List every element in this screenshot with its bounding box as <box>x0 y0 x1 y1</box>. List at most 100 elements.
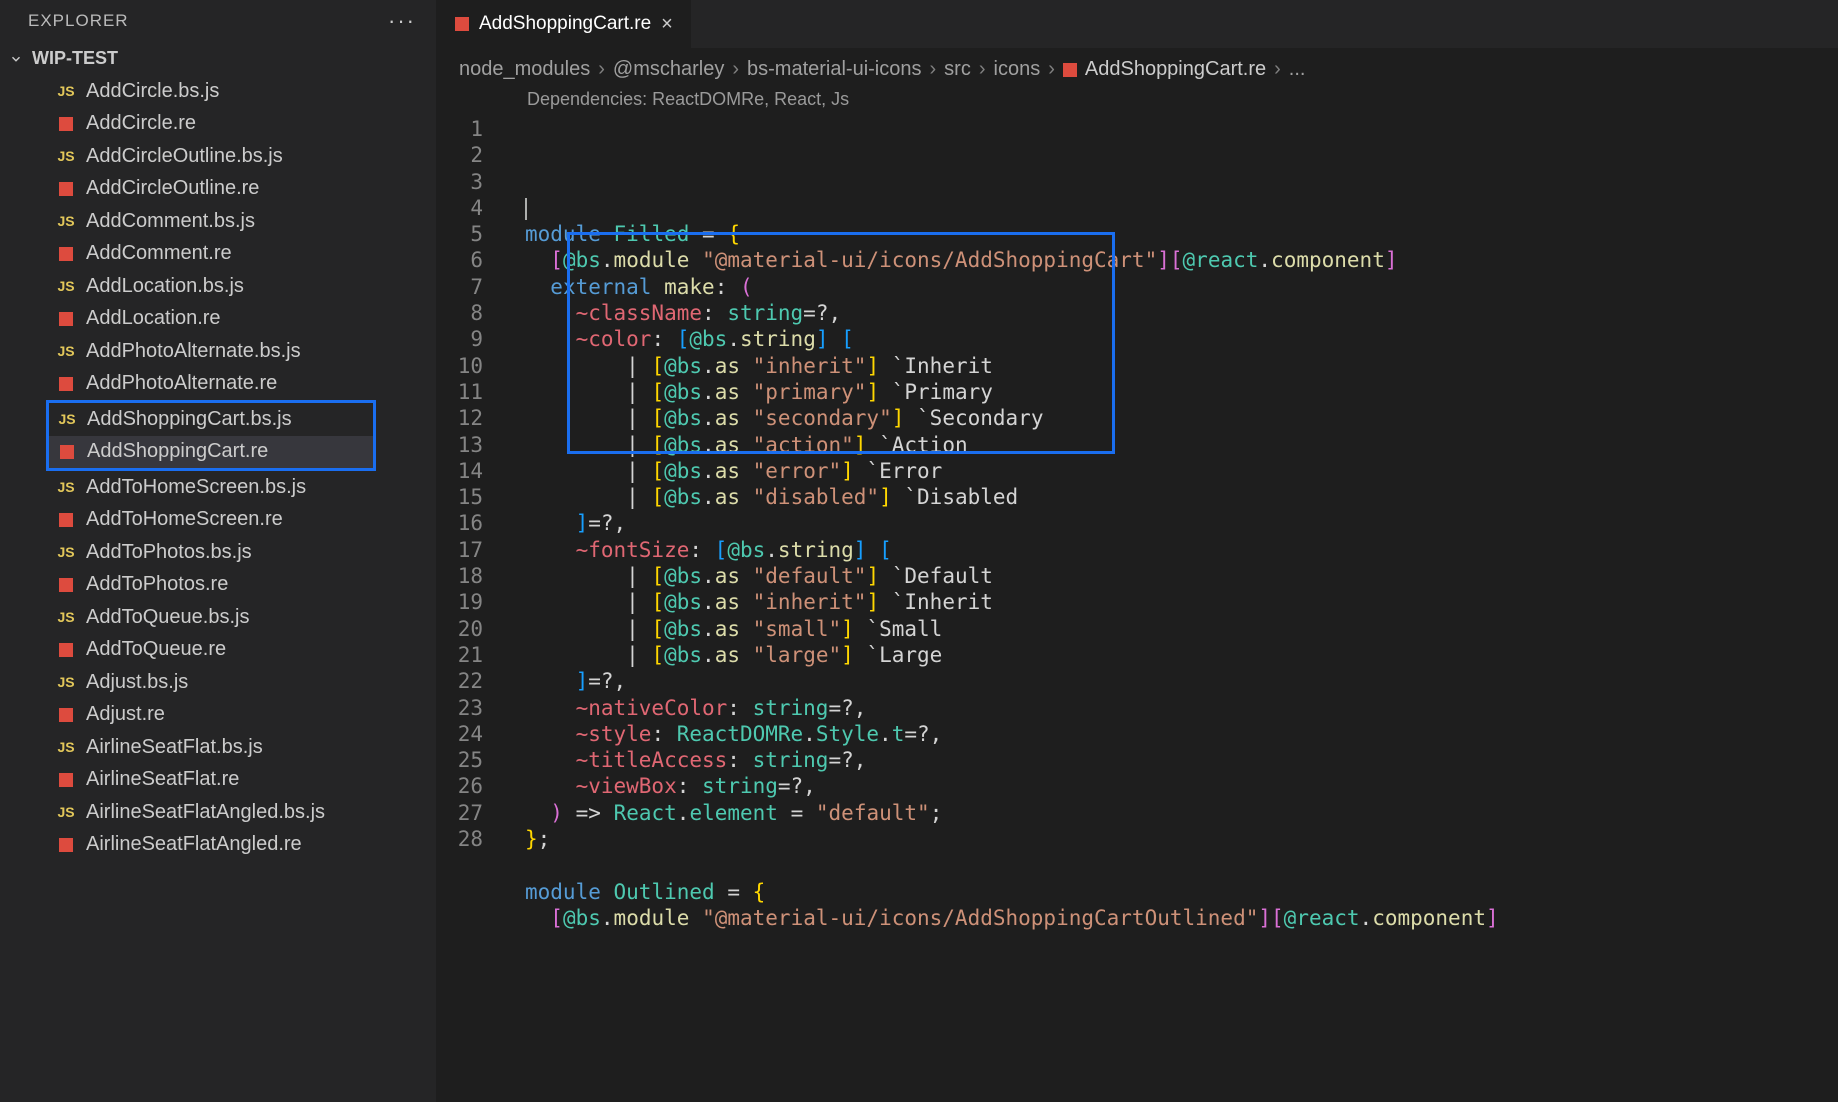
file-name: AddCircleOutline.re <box>86 177 259 200</box>
code-line[interactable]: | [@bs.as "large"] `Large <box>507 642 1838 668</box>
code-content[interactable]: module Filled = { [@bs.module "@material… <box>507 116 1838 1102</box>
file-item[interactable]: AddToQueue.re <box>0 634 436 667</box>
file-item[interactable]: JS AirlineSeatFlatAngled.bs.js <box>0 796 436 829</box>
file-item[interactable]: AirlineSeatFlatAngled.re <box>0 829 436 862</box>
code-line[interactable]: ~fontSize: [@bs.string] [ <box>507 537 1838 563</box>
code-line[interactable]: ~viewBox: string=?, <box>507 773 1838 799</box>
code-line[interactable]: ~className: string=?, <box>507 300 1838 326</box>
code-line[interactable]: ~style: ReactDOMRe.Style.t=?, <box>507 721 1838 747</box>
crumb[interactable]: node_modules <box>459 58 590 81</box>
reason-file-icon <box>56 708 76 722</box>
file-item[interactable]: JSAddToPhotos.bs.js <box>0 536 436 569</box>
crumb[interactable]: bs-material-ui-icons <box>747 58 922 81</box>
file-item[interactable]: JSAddCircle.bs.js <box>0 75 436 108</box>
file-item[interactable]: AirlineSeatFlat.re <box>0 764 436 797</box>
file-name: AddPhotoAlternate.re <box>86 372 277 395</box>
file-item[interactable]: Adjust.re <box>0 699 436 732</box>
file-name: Adjust.bs.js <box>86 671 188 694</box>
file-item[interactable]: JS AddToQueue.bs.js <box>0 601 436 634</box>
reason-file-icon <box>56 182 76 196</box>
code-line[interactable]: | [@bs.as "action"] `Action <box>507 432 1838 458</box>
reason-file-icon <box>56 312 76 326</box>
tab-bar: AddShoppingCart.re × <box>437 0 1838 48</box>
file-item[interactable]: JSAddCircleOutline.bs.js <box>0 140 436 173</box>
file-name: AirlineSeatFlatAngled.bs.js <box>86 801 325 824</box>
crumb[interactable]: src <box>944 58 971 81</box>
code-line[interactable]: | [@bs.as "inherit"] `Inherit <box>507 353 1838 379</box>
crumb[interactable]: icons <box>994 58 1041 81</box>
code-line[interactable]: module Outlined = { <box>507 879 1838 905</box>
code-line[interactable]: ~color: [@bs.string] [ <box>507 326 1838 352</box>
reason-file-icon <box>56 513 76 527</box>
chevron-down-icon <box>8 51 24 67</box>
file-item[interactable]: AddComment.re <box>0 238 436 271</box>
line-gutter: 1234567891011121314151617181920212223242… <box>437 116 507 1102</box>
file-item[interactable]: JSAddShoppingCart.bs.js <box>49 403 373 436</box>
file-name: AddToHomeScreen.bs.js <box>86 476 306 499</box>
file-item[interactable]: AddPhotoAlternate.re <box>0 368 436 401</box>
file-item[interactable]: JSAirlineSeatFlat.bs.js <box>0 731 436 764</box>
file-name: AddComment.bs.js <box>86 210 255 233</box>
code-line[interactable]: ]=?, <box>507 510 1838 536</box>
file-name: AddToHomeScreen.re <box>86 508 283 531</box>
file-item[interactable]: AddLocation.re <box>0 303 436 336</box>
code-line[interactable]: ]=?, <box>507 668 1838 694</box>
file-name: AddShoppingCart.re <box>87 440 268 463</box>
file-name: AddComment.re <box>86 242 232 265</box>
code-line[interactable]: | [@bs.as "error"] `Error <box>507 458 1838 484</box>
code-line[interactable]: [@bs.module "@material-ui/icons/AddShopp… <box>507 247 1838 273</box>
file-item[interactable]: JSAddComment.bs.js <box>0 205 436 238</box>
file-name: AddToQueue.bs.js <box>86 606 249 629</box>
js-file-icon: JS <box>57 411 77 427</box>
file-item[interactable]: AddCircle.re <box>0 108 436 141</box>
explorer-title: EXPLORER <box>28 11 129 31</box>
file-item[interactable]: JSAdjust.bs.js <box>0 666 436 699</box>
file-name: AddCircleOutline.bs.js <box>86 145 283 168</box>
code-line[interactable]: ) => React.element = "default"; <box>507 800 1838 826</box>
file-name: AddCircle.bs.js <box>86 80 219 103</box>
code-line[interactable]: | [@bs.as "small"] `Small <box>507 616 1838 642</box>
code-line[interactable]: | [@bs.as "disabled"] `Disabled <box>507 484 1838 510</box>
project-root[interactable]: WIP-TEST <box>0 42 436 75</box>
file-item[interactable]: AddToPhotos.re <box>0 569 436 602</box>
crumb[interactable]: @mscharley <box>613 58 724 81</box>
explorer-more-icon[interactable]: ··· <box>388 8 416 34</box>
crumb-more[interactable]: ... <box>1289 58 1306 81</box>
file-item[interactable]: AddToHomeScreen.re <box>0 504 436 537</box>
reason-file-icon <box>56 247 76 261</box>
code-line[interactable]: [@bs.module "@material-ui/icons/AddShopp… <box>507 905 1838 931</box>
code-line[interactable]: | [@bs.as "secondary"] `Secondary <box>507 405 1838 431</box>
reason-file-icon <box>1063 63 1077 77</box>
code-line[interactable]: | [@bs.as "primary"] `Primary <box>507 379 1838 405</box>
code-line[interactable]: | [@bs.as "inherit"] `Inherit <box>507 589 1838 615</box>
js-file-icon: JS <box>56 739 76 755</box>
breadcrumbs[interactable]: node_modules › @mscharley › bs-material-… <box>437 48 1838 87</box>
code-line[interactable]: external make: ( <box>507 274 1838 300</box>
code-line[interactable]: ~titleAccess: string=?, <box>507 747 1838 773</box>
tab-addshoppingcart[interactable]: AddShoppingCart.re × <box>437 0 692 48</box>
file-item[interactable]: AddCircleOutline.re <box>0 173 436 206</box>
file-name: AddToPhotos.bs.js <box>86 541 252 564</box>
code-line[interactable]: }; <box>507 826 1838 852</box>
file-item[interactable]: JS AddToHomeScreen.bs.js <box>0 471 436 504</box>
file-name: Adjust.re <box>86 703 165 726</box>
codelens-dependencies[interactable]: Dependencies: ReactDOMRe, React, Js <box>437 87 1838 116</box>
code-line[interactable]: | [@bs.as "default"] `Default <box>507 563 1838 589</box>
close-icon[interactable]: × <box>661 13 673 36</box>
code-line[interactable] <box>507 852 1838 878</box>
crumb-file[interactable]: AddShoppingCart.re <box>1063 58 1266 81</box>
code-area[interactable]: 1234567891011121314151617181920212223242… <box>437 116 1838 1102</box>
chevron-right-icon: › <box>598 58 605 81</box>
file-item[interactable]: AddShoppingCart.re <box>49 436 373 469</box>
js-file-icon: JS <box>56 479 76 495</box>
reason-file-icon <box>455 17 469 31</box>
file-name: AirlineSeatFlat.re <box>86 768 239 791</box>
js-file-icon: JS <box>56 804 76 820</box>
code-line[interactable] <box>507 195 1838 221</box>
file-item[interactable]: JSAddLocation.bs.js <box>0 270 436 303</box>
code-line[interactable]: ~nativeColor: string=?, <box>507 695 1838 721</box>
tab-label: AddShoppingCart.re <box>479 13 651 35</box>
code-line[interactable]: module Filled = { <box>507 221 1838 247</box>
js-file-icon: JS <box>56 609 76 625</box>
file-item[interactable]: JSAddPhotoAlternate.bs.js <box>0 335 436 368</box>
